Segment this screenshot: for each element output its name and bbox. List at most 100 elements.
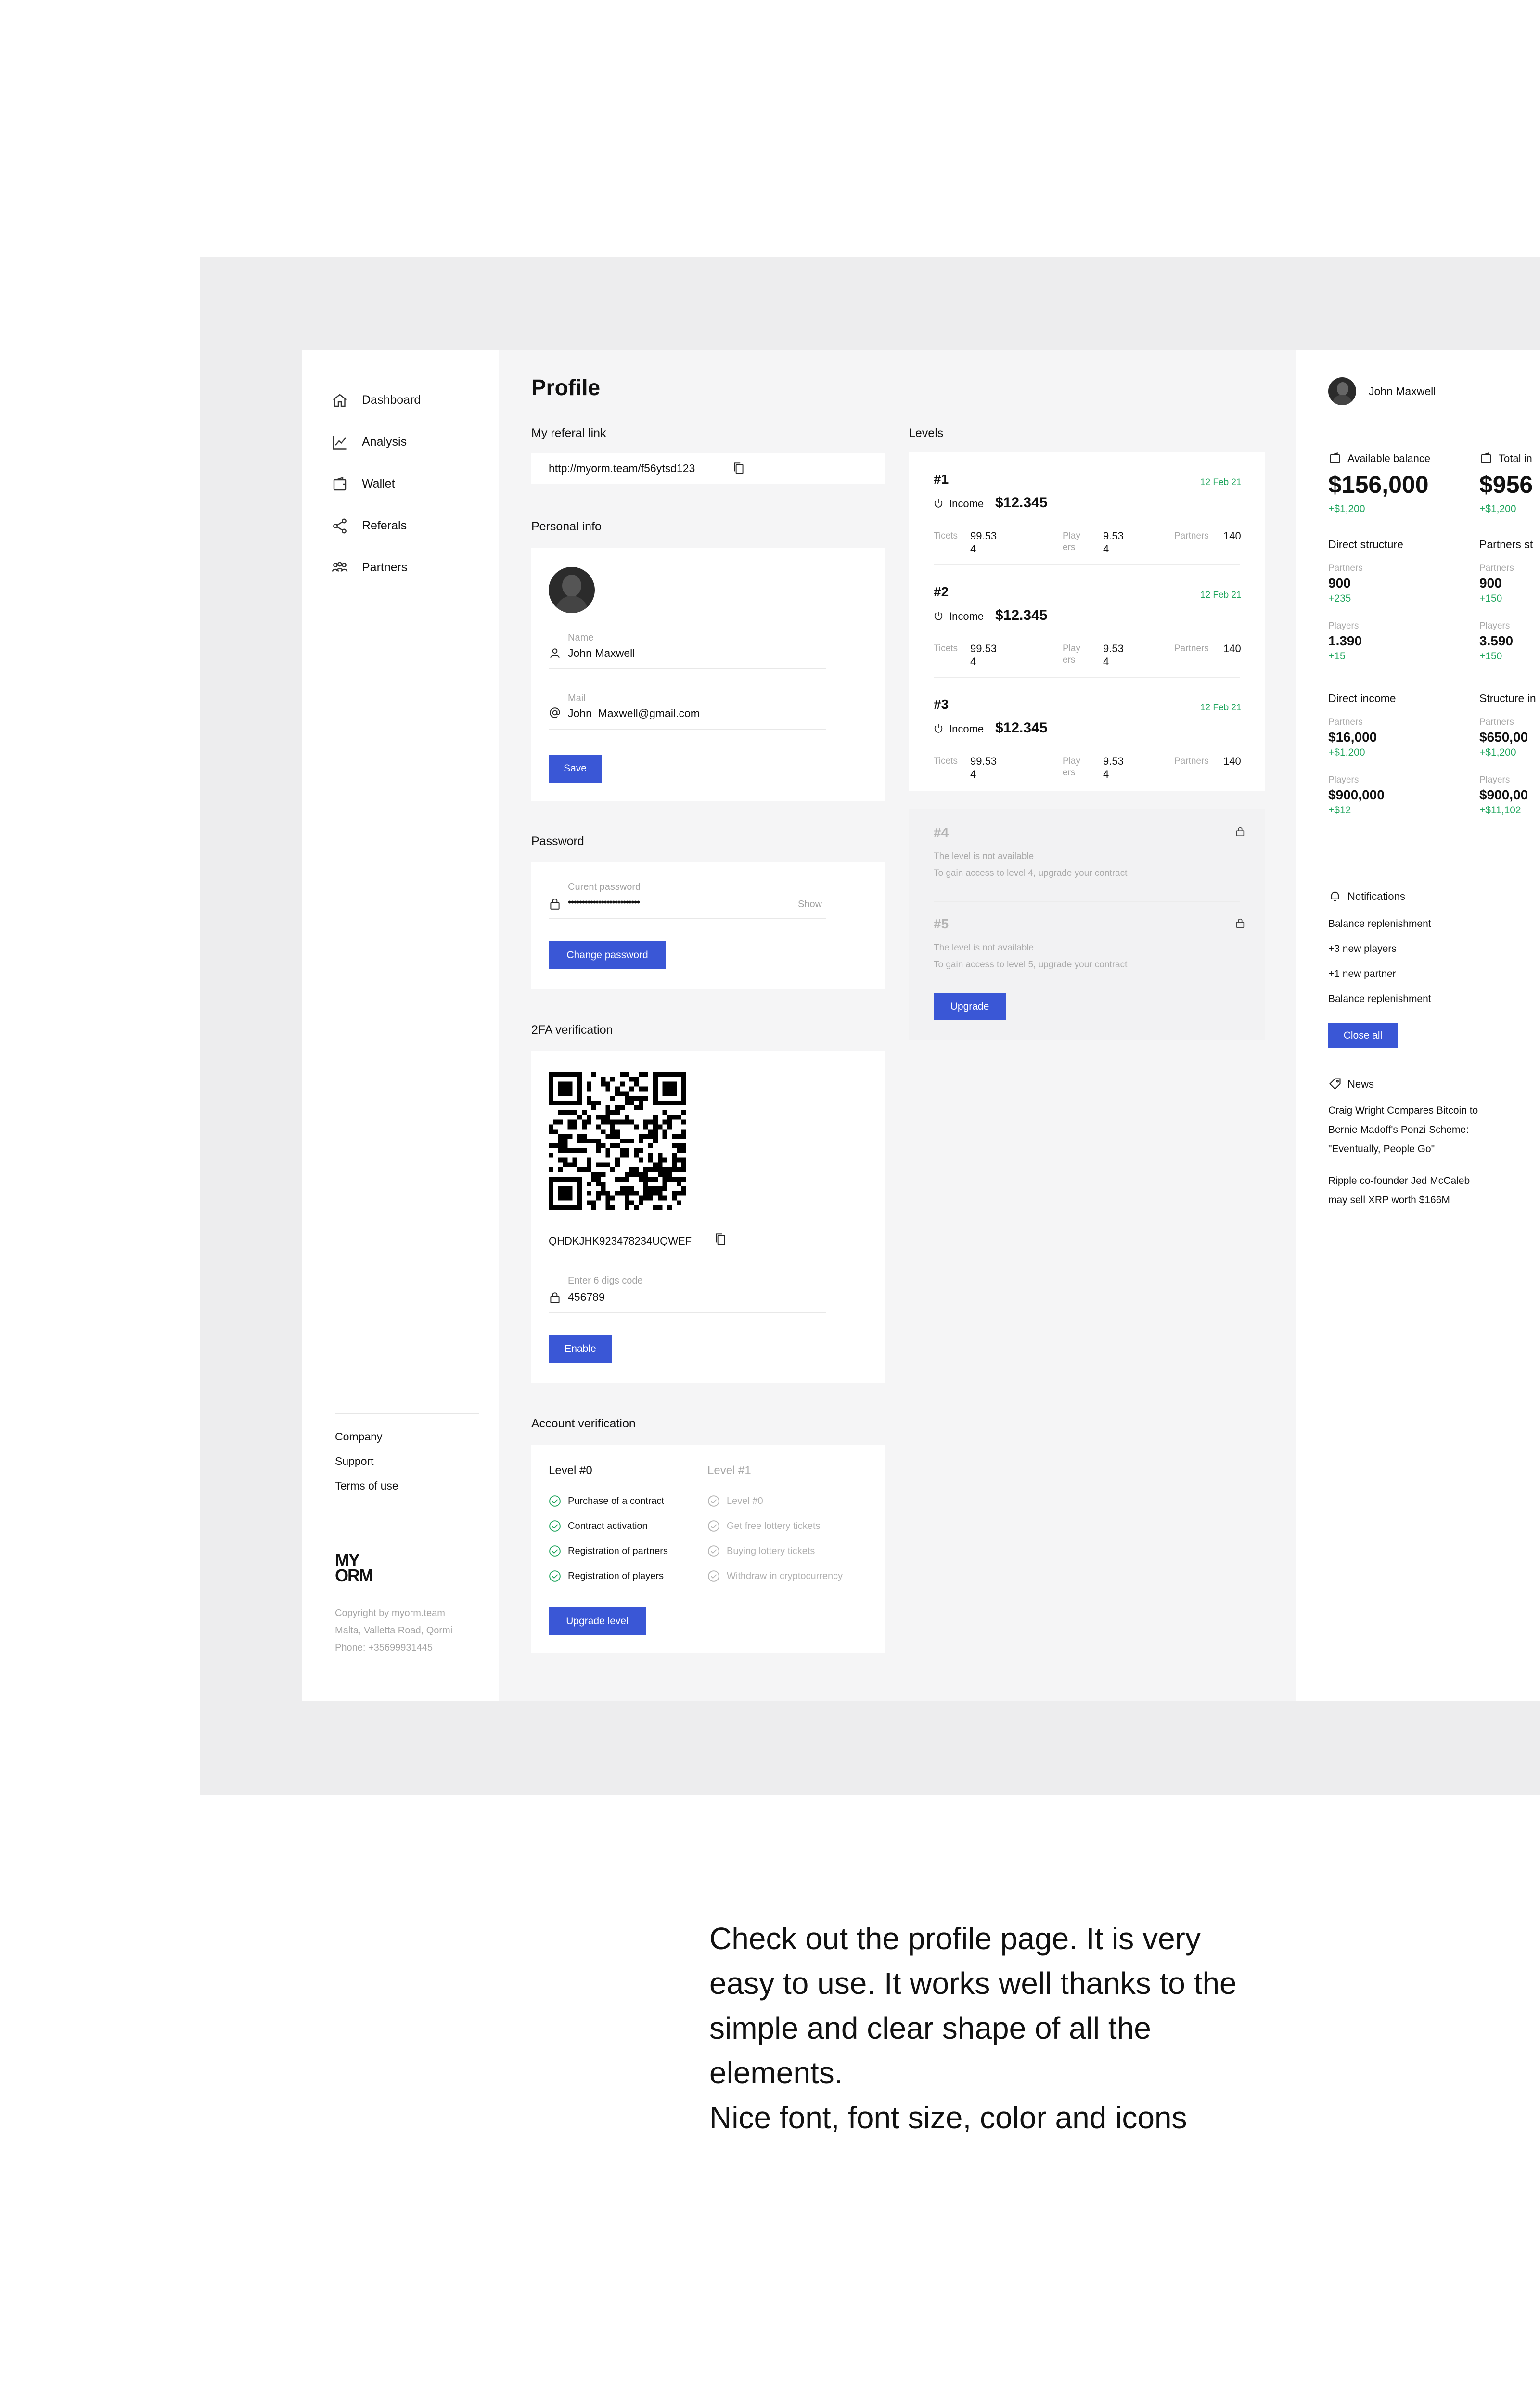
logo: MY ORM xyxy=(335,1552,373,1584)
tickets-value: 99.534 xyxy=(970,642,997,668)
close-all-button[interactable]: Close all xyxy=(1328,1023,1398,1048)
partners-label: Partners xyxy=(1174,643,1209,654)
power-icon xyxy=(934,499,943,508)
direct-income-label: Direct income xyxy=(1328,692,1396,705)
enable-button[interactable]: Enable xyxy=(549,1335,612,1363)
upgrade-button[interactable]: Upgrade xyxy=(934,993,1006,1020)
mail-field[interactable]: John_Maxwell@gmail.com xyxy=(568,707,700,720)
at-icon xyxy=(550,707,560,718)
stat-label: Partners xyxy=(1479,563,1514,573)
checklist-item: Contract activation xyxy=(549,1520,648,1532)
locked-line: To gain access to level 5, upgrade your … xyxy=(934,960,1128,970)
terms-link[interactable]: Terms of use xyxy=(335,1474,398,1498)
stat-value: 3.590 xyxy=(1479,633,1514,648)
sidebar-item-label: Analysis xyxy=(362,435,407,449)
users-icon xyxy=(332,562,348,572)
avatar[interactable] xyxy=(549,567,595,613)
notification-item[interactable]: Balance replenishment xyxy=(1328,993,1431,1005)
news-label: News xyxy=(1348,1078,1374,1090)
income-label: Income xyxy=(949,610,984,622)
stat-delta: +150 xyxy=(1479,651,1502,662)
support-link[interactable]: Support xyxy=(335,1449,398,1474)
name-underline xyxy=(549,668,826,669)
checklist-label: Registration of players xyxy=(568,1570,664,1581)
level-date: 12 Feb 21 xyxy=(1200,590,1242,600)
sidebar-item-analysis[interactable]: Analysis xyxy=(331,421,421,463)
checklist-label: Level #0 xyxy=(727,1495,763,1506)
sidebar-item-referals[interactable]: Referals xyxy=(331,505,421,547)
check-circle-icon xyxy=(708,1520,719,1532)
total-income-delta: +$1,200 xyxy=(1479,503,1516,514)
check-circle-icon xyxy=(549,1545,561,1557)
income-value: $12.345 xyxy=(995,495,1048,511)
copy-icon[interactable] xyxy=(714,1232,727,1246)
stat-value: $900,000 xyxy=(1328,787,1385,802)
upgrade-level-button[interactable]: Upgrade level xyxy=(549,1607,646,1635)
notification-item[interactable]: +3 new players xyxy=(1328,943,1397,955)
page-title: Profile xyxy=(531,375,601,400)
caption-line: Nice font, font size, color and icons xyxy=(709,2100,1187,2135)
sidebar-item-dashboard[interactable]: Dashboard xyxy=(331,379,421,421)
save-button[interactable]: Save xyxy=(549,755,602,783)
code-label: Enter 6 digs code xyxy=(568,1275,643,1286)
user-avatar[interactable] xyxy=(1328,377,1356,405)
right-panel: John Maxwell Available balance $156,000 … xyxy=(1296,350,1540,1701)
stat-delta: +$12 xyxy=(1328,805,1351,816)
tickets-label: Ticets xyxy=(934,756,958,766)
levels-card: #1 12 Feb 21 Income $12.345 Ticets 99.53… xyxy=(909,452,1265,791)
copyright-line: Phone: +35699931445 xyxy=(335,1643,433,1653)
show-password-toggle[interactable]: Show xyxy=(798,899,822,910)
stat-delta: +235 xyxy=(1328,593,1351,604)
sidebar-item-wallet[interactable]: Wallet xyxy=(331,463,421,505)
checklist-label: Purchase of a contract xyxy=(568,1495,665,1506)
sidebar-item-partners[interactable]: Partners xyxy=(331,547,421,589)
notification-item[interactable]: Balance replenishment xyxy=(1328,918,1431,930)
name-field[interactable]: John Maxwell xyxy=(568,647,635,660)
code-input[interactable]: 456789 xyxy=(568,1291,605,1304)
income-value: $12.345 xyxy=(995,720,1048,736)
news-line: Craig Wright Compares Bitcoin to xyxy=(1328,1105,1478,1116)
change-password-button[interactable]: Change password xyxy=(549,941,666,969)
players-label: Players xyxy=(1063,756,1080,778)
company-link[interactable]: Company xyxy=(335,1425,398,1449)
tag-icon xyxy=(1329,1078,1341,1090)
checklist-item: Purchase of a contract xyxy=(549,1495,664,1507)
checklist-item: Level #0 xyxy=(707,1495,763,1507)
user-name[interactable]: John Maxwell xyxy=(1369,385,1436,398)
referal-link-box: http://myorm.team/f56ytsd123 xyxy=(531,453,886,484)
partners-value: 140 xyxy=(1223,755,1241,767)
sidebar-item-label: Referals xyxy=(362,519,407,532)
available-balance-value: $156,000 xyxy=(1328,471,1429,498)
stat-delta: +$1,200 xyxy=(1479,747,1516,758)
checklist-item: Withdraw in cryptocurrency xyxy=(707,1570,843,1582)
locked-line: The level is not available xyxy=(934,943,1034,953)
tickets-value: 99.534 xyxy=(970,530,997,555)
stat-value: $650,00 xyxy=(1479,730,1528,745)
income-label: Income xyxy=(949,498,984,510)
income-label: Income xyxy=(949,723,984,735)
referal-link-text[interactable]: http://myorm.team/f56ytsd123 xyxy=(549,462,695,475)
players-label: Players xyxy=(1063,531,1080,552)
available-balance-label: Available balance xyxy=(1348,452,1431,464)
income-value: $12.345 xyxy=(995,607,1048,623)
players-value: 9.534 xyxy=(1103,642,1124,668)
mail-underline xyxy=(549,729,826,730)
stat-value: $900,00 xyxy=(1479,787,1528,802)
main-content: Profile My referal link http://myorm.tea… xyxy=(499,350,1296,1701)
twofa-label: 2FA verification xyxy=(531,1023,613,1037)
password-field[interactable]: •••••••••••••••••••••••••• xyxy=(568,896,640,909)
locked-line: To gain access to level 4, upgrade your … xyxy=(934,868,1128,878)
level-number: #1 xyxy=(934,472,949,487)
lock-icon xyxy=(1236,918,1245,928)
power-icon xyxy=(934,724,943,733)
password-card: Curent password ••••••••••••••••••••••••… xyxy=(531,862,886,989)
referal-label: My referal link xyxy=(531,426,606,440)
copy-icon[interactable] xyxy=(732,461,745,475)
mail-label: Mail xyxy=(568,693,586,704)
wallet-icon xyxy=(1330,452,1340,463)
qr-code xyxy=(549,1072,686,1210)
notification-item[interactable]: +1 new partner xyxy=(1328,968,1396,980)
lock-icon xyxy=(550,1292,560,1303)
stat-label: Players xyxy=(1479,621,1510,631)
level-date: 12 Feb 21 xyxy=(1200,703,1242,713)
